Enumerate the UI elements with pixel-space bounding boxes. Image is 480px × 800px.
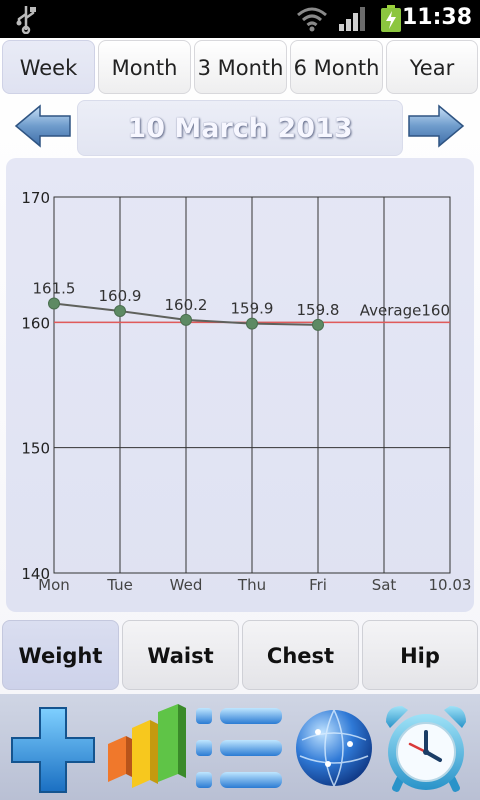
x-tick-label: Fri [309, 576, 327, 594]
tab-waist[interactable]: Waist [122, 620, 239, 690]
y-tick-label: 170 [21, 189, 50, 207]
y-tick-label: 150 [21, 440, 50, 458]
tab-6-month[interactable]: 6 Month [290, 40, 383, 94]
list-icon[interactable] [192, 700, 288, 796]
globe-icon[interactable] [292, 700, 376, 796]
status-bar: 11:38 [0, 0, 480, 38]
tab-chest[interactable]: Chest [242, 620, 359, 690]
tab-weight[interactable]: Weight [2, 620, 119, 690]
data-point [246, 317, 258, 330]
current-date: 10 March 2013 [77, 100, 403, 156]
app-screen: Week Month 3 Month 6 Month Year 10 March… [0, 38, 480, 800]
alarm-clock-icon[interactable] [380, 700, 472, 796]
status-time: 11:38 [401, 5, 472, 30]
y-tick-label: 160 [21, 314, 50, 332]
data-label: 161.5 [33, 280, 76, 298]
period-tabs: Week Month 3 Month 6 Month Year [0, 40, 480, 96]
bottom-toolbar [0, 694, 480, 800]
x-tick-label: Tue [106, 576, 133, 594]
x-tick-label: 10.03 [429, 576, 472, 594]
data-point [180, 313, 192, 326]
data-point [312, 318, 324, 331]
metric-tabs: Weight Waist Chest Hip [0, 620, 480, 692]
average-label: Average160 [360, 301, 450, 319]
data-label: 159.8 [297, 301, 340, 319]
tab-3-month[interactable]: 3 Month [194, 40, 287, 94]
data-label: 160.2 [165, 296, 208, 314]
chart-icon[interactable] [104, 700, 190, 796]
weight-chart: 170160150140Mon Tue Wed Thu Fri Sat 10.03Avera… [21, 189, 472, 594]
date-navigation: 10 March 2013 [0, 98, 480, 158]
x-tick-label: Sat [372, 576, 397, 594]
tab-month[interactable]: Month [98, 40, 191, 94]
usb-icon [16, 6, 36, 34]
previous-arrow-icon[interactable] [14, 104, 72, 148]
battery-charging-icon [381, 5, 401, 32]
wifi-icon [297, 7, 327, 32]
chart-panel: 170 160 150 140 Mon Tue Wed Thu Fri Sat 10.03 Avera… [6, 158, 474, 612]
data-label: 159.9 [231, 300, 274, 318]
x-tick-label: Wed [170, 576, 203, 594]
x-tick-label: Thu [237, 576, 266, 594]
data-point [114, 305, 126, 318]
tab-year[interactable]: Year [386, 40, 478, 94]
x-tick-label: Mon [38, 576, 70, 594]
signal-icon [339, 7, 365, 31]
next-arrow-icon[interactable] [407, 104, 465, 148]
data-point [48, 297, 60, 310]
tab-week[interactable]: Week [2, 40, 95, 94]
add-entry-icon[interactable] [10, 700, 96, 796]
data-label: 160.9 [99, 287, 142, 305]
tab-hip[interactable]: Hip [362, 620, 478, 690]
